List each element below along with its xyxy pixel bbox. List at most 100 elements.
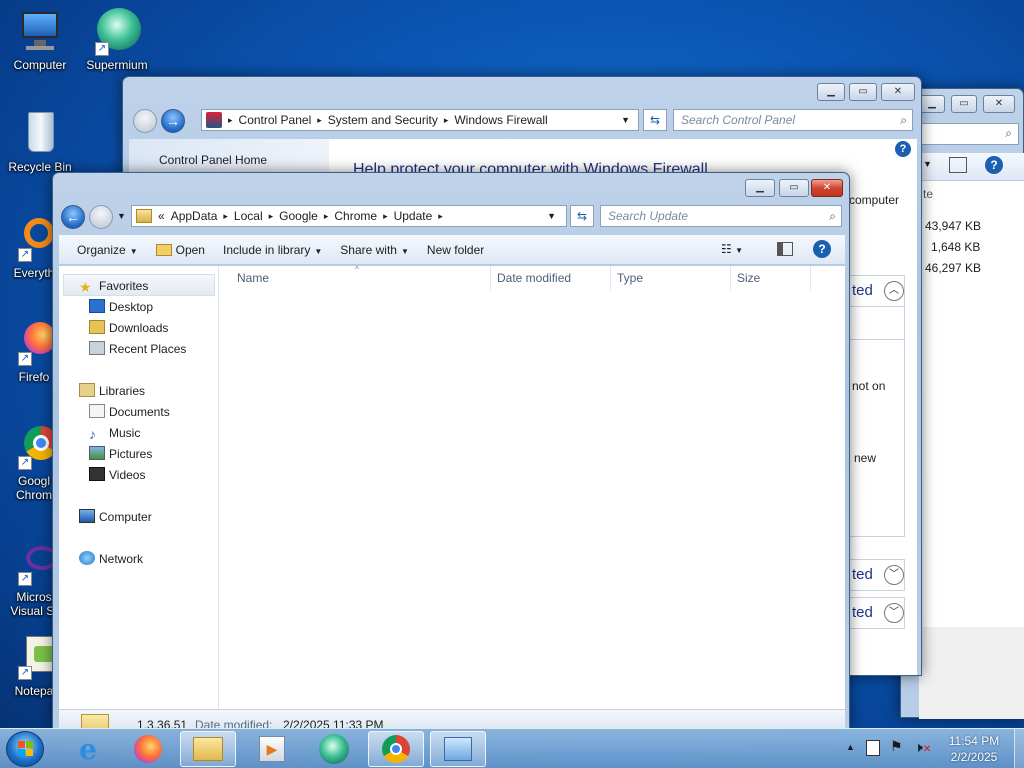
address-bar[interactable]: « AppData ▸ Local ▸ Google ▸ Chrome ▸ Up…: [131, 205, 567, 227]
preview-pane-icon[interactable]: [777, 242, 793, 256]
nav-network[interactable]: Network: [79, 549, 143, 569]
recent-pages-icon[interactable]: ▼: [117, 211, 126, 221]
help-icon[interactable]: ?: [985, 156, 1003, 174]
minimize-button[interactable]: ▁: [817, 83, 845, 101]
network-status-icon[interactable]: [866, 740, 880, 756]
search-input[interactable]: Search Control Panel ⌕: [673, 109, 913, 131]
file-size: 43,947 KB: [925, 219, 982, 233]
back-button[interactable]: [133, 109, 157, 133]
chevron-down-icon[interactable]: ▼: [923, 159, 932, 169]
nav-desktop[interactable]: Desktop: [89, 297, 153, 317]
computer-icon: [16, 8, 64, 56]
close-button[interactable]: ✕: [881, 83, 915, 101]
column-header-name[interactable]: Name ^: [231, 265, 491, 290]
maximize-button[interactable]: ▭: [951, 95, 977, 113]
chevron-down-icon[interactable]: ▼: [547, 211, 556, 221]
nav-favorites[interactable]: ★ Favorites: [79, 276, 148, 296]
nav-downloads[interactable]: Downloads: [89, 318, 168, 338]
taskbar-explorer[interactable]: [180, 731, 236, 767]
network-section-header[interactable]: ted ﹀: [845, 559, 905, 591]
visual-studio-icon: ↗: [0, 540, 58, 588]
close-button[interactable]: ✕: [811, 179, 843, 197]
taskbar-firefox[interactable]: [120, 731, 176, 767]
file-list[interactable]: Name ^ Date modified Type Size: [219, 265, 845, 709]
recent-places-icon: [89, 341, 105, 355]
nav-libraries[interactable]: Libraries: [79, 381, 145, 401]
search-input[interactable]: Search Update ⌕: [600, 205, 842, 227]
documents-icon: [89, 404, 105, 418]
network-section-header[interactable]: ted ﹀: [845, 597, 905, 629]
preview-pane-icon[interactable]: [949, 157, 967, 173]
control-panel-home-link[interactable]: Control Panel Home: [159, 153, 267, 167]
include-in-library-button[interactable]: Include in library ▼: [223, 243, 322, 257]
taskbar-control-panel[interactable]: [430, 731, 486, 767]
open-button[interactable]: Open: [155, 243, 205, 257]
breadcrumb-item[interactable]: System and Security: [328, 113, 438, 127]
desktop-icon: [89, 299, 105, 313]
desktop-icon-recycle-bin[interactable]: Recycle Bin: [0, 110, 80, 174]
taskbar-media-player[interactable]: ▶: [244, 731, 300, 767]
nav-documents[interactable]: Documents: [89, 402, 170, 422]
desktop-icon-supermium[interactable]: ↗ Supermium: [77, 8, 157, 72]
action-center-flag-icon[interactable]: ⚑: [890, 738, 903, 755]
breadcrumb-item[interactable]: Local: [234, 209, 263, 223]
folder-icon: [193, 737, 223, 761]
back-button[interactable]: ←: [61, 205, 85, 229]
close-button[interactable]: ✕: [983, 95, 1015, 113]
explorer-window[interactable]: ▁ ▭ ✕ ← ▼ « AppData ▸ Local ▸ Google ▸ C…: [52, 172, 850, 729]
nav-music[interactable]: ♪ Music: [89, 423, 140, 443]
show-desktop-button[interactable]: [1014, 729, 1024, 768]
volume-muted-icon[interactable]: 🕨✕: [914, 739, 931, 756]
breadcrumb-item[interactable]: Update: [394, 209, 433, 223]
breadcrumb-item[interactable]: AppData: [171, 209, 218, 223]
search-input[interactable]: ⌕: [919, 123, 1019, 145]
sort-up-icon: ^: [355, 265, 359, 274]
minimize-button[interactable]: ▁: [919, 95, 945, 113]
breadcrumb-item[interactable]: Chrome: [334, 209, 377, 223]
network-icon: [79, 551, 95, 565]
organize-button[interactable]: Organize ▼: [77, 243, 138, 257]
view-options-icon[interactable]: ☷ ▼: [721, 242, 743, 256]
navigation-pane: ★ Favorites Desktop Downloads Recent Plac…: [59, 266, 219, 709]
shortcut-arrow-icon: ↗: [95, 42, 109, 56]
collapse-icon[interactable]: ︿: [884, 281, 904, 301]
breadcrumb-item[interactable]: Google: [279, 209, 318, 223]
new-folder-button[interactable]: New folder: [427, 243, 484, 257]
network-section-header[interactable]: ted ︿: [845, 275, 905, 307]
column-header-type[interactable]: Type: [611, 266, 731, 290]
start-button[interactable]: [6, 731, 44, 767]
show-hidden-icons-icon[interactable]: ▲: [846, 742, 855, 752]
command-bar: Organize ▼ Open Include in library ▼ Share…: [59, 235, 845, 265]
minimize-button[interactable]: ▁: [745, 179, 775, 197]
expand-icon[interactable]: ﹀: [884, 565, 904, 585]
help-icon[interactable]: ?: [895, 141, 911, 157]
search-icon: ⌕: [1005, 126, 1012, 140]
chevron-down-icon[interactable]: ▼: [621, 115, 630, 125]
breadcrumb-item[interactable]: Windows Firewall: [454, 113, 547, 127]
refresh-icon[interactable]: ⇆: [643, 109, 667, 131]
nav-computer[interactable]: Computer: [79, 507, 152, 527]
column-header-date-modified[interactable]: Date modified: [491, 266, 611, 290]
taskbar-chrome[interactable]: [368, 731, 424, 767]
forward-button[interactable]: →: [161, 109, 185, 133]
chrome-icon: ↗: [0, 424, 58, 472]
search-icon: ⌕: [829, 209, 836, 223]
expand-icon[interactable]: ﹀: [884, 603, 904, 623]
forward-button[interactable]: [89, 205, 113, 229]
address-bar[interactable]: ▸ Control Panel ▸ System and Security ▸ …: [201, 109, 639, 131]
help-icon[interactable]: ?: [813, 240, 831, 258]
maximize-button[interactable]: ▭: [849, 83, 877, 101]
taskbar-supermium[interactable]: [306, 731, 362, 767]
maximize-button[interactable]: ▭: [779, 179, 809, 197]
nav-videos[interactable]: Videos: [89, 465, 145, 485]
share-with-button[interactable]: Share with ▼: [340, 243, 409, 257]
control-panel-icon: [206, 112, 222, 128]
column-header-size[interactable]: Size: [731, 266, 811, 290]
clock[interactable]: 11:54 PM 2/2/2025: [936, 733, 1012, 765]
refresh-icon[interactable]: ⇆: [570, 205, 594, 227]
desktop-icon-computer[interactable]: Computer: [0, 8, 80, 72]
taskbar-internet-explorer[interactable]: e: [60, 731, 116, 767]
nav-pictures[interactable]: Pictures: [89, 444, 152, 464]
nav-recent-places[interactable]: Recent Places: [89, 339, 186, 359]
breadcrumb-item[interactable]: Control Panel: [239, 113, 312, 127]
